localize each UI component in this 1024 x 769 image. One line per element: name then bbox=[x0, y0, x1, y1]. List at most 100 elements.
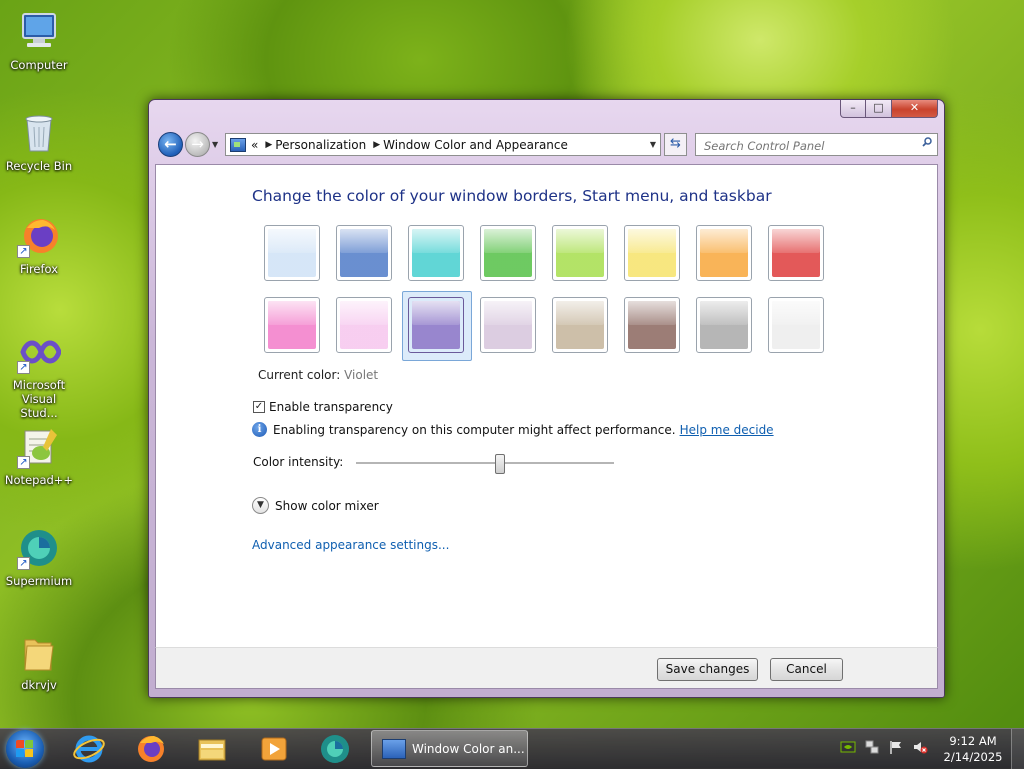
maximize-button[interactable]: □ bbox=[866, 100, 892, 118]
media-player-icon bbox=[261, 737, 287, 761]
color-swatch-sun[interactable] bbox=[696, 225, 752, 281]
address-bar[interactable]: « ▶ Personalization ▶ Window Color and A… bbox=[225, 133, 661, 156]
breadcrumb-personalization[interactable]: Personalization bbox=[275, 138, 366, 152]
navigation-bar: ← → ▼ « ▶ Personalization ▶ Window Color… bbox=[155, 130, 938, 160]
chevron-down-icon[interactable]: ▼ bbox=[252, 497, 269, 514]
desktop-icon-computer[interactable]: Computer bbox=[2, 10, 76, 72]
color-swatch-violet[interactable] bbox=[408, 297, 464, 353]
recycle-bin-icon bbox=[17, 111, 61, 155]
color-swatch-taupe[interactable] bbox=[552, 297, 608, 353]
desktop-icon-label: Supermium bbox=[5, 574, 73, 588]
computer-icon bbox=[17, 10, 61, 54]
firefox-icon: ↗ bbox=[17, 214, 61, 258]
forward-button[interactable]: → bbox=[185, 132, 210, 157]
transparency-info: i Enabling transparency on this computer… bbox=[252, 422, 774, 437]
forward-arrow-icon: → bbox=[191, 135, 204, 153]
back-arrow-icon: ← bbox=[164, 135, 177, 153]
recent-pages-dropdown[interactable]: ▼ bbox=[212, 140, 218, 149]
desktop-icon-label: Microsoft Visual Stud... bbox=[12, 378, 66, 420]
color-swatch-ruby[interactable] bbox=[768, 225, 824, 281]
taskbar-window-color-task[interactable]: Window Color an... bbox=[371, 730, 528, 767]
breadcrumb-overflow[interactable]: « bbox=[251, 138, 258, 152]
color-swatch-twilight[interactable] bbox=[336, 225, 392, 281]
system-clock[interactable]: 9:12 AM 2/14/2025 bbox=[940, 733, 1006, 765]
color-swatch-lime[interactable] bbox=[552, 225, 608, 281]
content-pane: Change the color of your window borders,… bbox=[155, 164, 938, 648]
visual-studio-icon: ↗ bbox=[17, 330, 62, 374]
show-color-mixer-label[interactable]: Show color mixer bbox=[275, 499, 379, 513]
breadcrumb-separator-icon[interactable]: ▶ bbox=[265, 140, 272, 150]
folder-icon bbox=[17, 630, 61, 674]
info-text: Enabling transparency on this computer m… bbox=[273, 422, 676, 437]
color-swatch-fuchsia[interactable] bbox=[264, 297, 320, 353]
color-swatch-sea[interactable] bbox=[408, 225, 464, 281]
color-intensity-track[interactable] bbox=[356, 462, 614, 465]
help-me-decide-link[interactable]: Help me decide bbox=[680, 423, 774, 437]
chevron-down-icon: ▼ bbox=[212, 140, 219, 149]
color-swatch-leaf[interactable] bbox=[480, 225, 536, 281]
desktop-icon-notepadpp[interactable]: ↗ Notepad++ bbox=[2, 425, 76, 487]
cancel-button[interactable]: Cancel bbox=[770, 658, 843, 681]
show-color-mixer-row[interactable]: ▼ Show color mixer bbox=[252, 497, 379, 514]
color-swatch-sky[interactable] bbox=[264, 225, 320, 281]
volume-muted-icon[interactable] bbox=[912, 739, 928, 755]
taskbar-media-player[interactable] bbox=[257, 732, 291, 766]
clock-time: 9:12 AM bbox=[949, 734, 997, 748]
address-dropdown-icon[interactable]: ▼ bbox=[650, 140, 656, 149]
close-button[interactable]: ✕ bbox=[892, 100, 938, 118]
taskbar-supermium[interactable] bbox=[318, 732, 352, 766]
control-panel-window: – □ ✕ ← → ▼ « ▶ Personalization ▶ Window… bbox=[148, 99, 945, 698]
color-intensity-slider-thumb[interactable] bbox=[495, 454, 506, 474]
taskbar-internet-explorer[interactable] bbox=[72, 732, 106, 766]
search-icon[interactable] bbox=[922, 137, 932, 147]
minimize-button[interactable]: – bbox=[840, 100, 866, 118]
desktop-icon-supermium[interactable]: ↗ Supermium bbox=[2, 526, 76, 588]
action-center-flag-icon[interactable] bbox=[888, 739, 904, 755]
enable-transparency-checkbox[interactable]: ✓ bbox=[253, 401, 265, 413]
desktop-icon-firefox[interactable]: ↗ Firefox bbox=[2, 214, 76, 276]
file-explorer-icon bbox=[198, 739, 226, 761]
page-title: Change the color of your window borders,… bbox=[252, 187, 772, 205]
color-swatch-pumpkin[interactable] bbox=[624, 225, 680, 281]
advanced-appearance-link[interactable]: Advanced appearance settings... bbox=[252, 538, 449, 552]
taskbar: Window Color an... 9:12 AM 2/14/2025 bbox=[0, 728, 1024, 769]
breadcrumb-window-color[interactable]: Window Color and Appearance bbox=[383, 138, 568, 152]
color-swatch-blush[interactable] bbox=[336, 297, 392, 353]
back-button[interactable]: ← bbox=[158, 132, 183, 157]
supermium-icon: ↗ bbox=[17, 526, 61, 570]
info-icon: i bbox=[252, 422, 267, 437]
search-input[interactable] bbox=[702, 135, 916, 156]
color-swatch-chocolate[interactable] bbox=[624, 297, 680, 353]
enable-transparency-row[interactable]: ✓ Enable transparency bbox=[253, 400, 393, 414]
desktop-icon-visual-studio[interactable]: ↗ Microsoft Visual Stud... bbox=[2, 330, 76, 420]
network-icon[interactable] bbox=[864, 739, 880, 755]
color-swatch-lavender[interactable] bbox=[480, 297, 536, 353]
save-changes-button[interactable]: Save changes bbox=[657, 658, 758, 681]
color-swatch-slate[interactable] bbox=[696, 297, 752, 353]
show-desktop-button[interactable] bbox=[1011, 729, 1024, 769]
desktop-icon-label: Firefox bbox=[19, 262, 59, 276]
desktop-icon-label: Recycle Bin bbox=[5, 159, 73, 173]
search-box[interactable] bbox=[695, 133, 938, 156]
notepadpp-icon: ↗ bbox=[17, 425, 61, 469]
start-button[interactable] bbox=[6, 730, 44, 768]
taskbar-firefox[interactable] bbox=[134, 732, 168, 766]
desktop-icon-label: dkrvjv bbox=[21, 678, 57, 692]
window-controls: – □ ✕ bbox=[840, 100, 938, 118]
desktop-icon-folder[interactable]: dkrvjv bbox=[2, 630, 76, 692]
breadcrumb-separator-icon[interactable]: ▶ bbox=[373, 140, 380, 150]
current-color: Current color: Violet bbox=[258, 368, 378, 382]
firefox-icon bbox=[138, 736, 164, 762]
system-tray bbox=[840, 739, 928, 755]
internet-explorer-icon bbox=[73, 735, 105, 763]
supermium-icon bbox=[321, 735, 349, 763]
enable-transparency-label[interactable]: Enable transparency bbox=[269, 400, 393, 414]
nvidia-icon[interactable] bbox=[840, 739, 856, 755]
current-color-label: Current color: bbox=[258, 368, 341, 382]
desktop-icon-recycle-bin[interactable]: Recycle Bin bbox=[2, 111, 76, 173]
taskbar-task-label: Window Color an... bbox=[412, 741, 525, 756]
color-intensity-label: Color intensity: bbox=[253, 455, 344, 469]
color-swatch-frost[interactable] bbox=[768, 297, 824, 353]
refresh-button[interactable]: ⇆ bbox=[664, 133, 687, 156]
taskbar-file-explorer[interactable] bbox=[195, 732, 229, 766]
